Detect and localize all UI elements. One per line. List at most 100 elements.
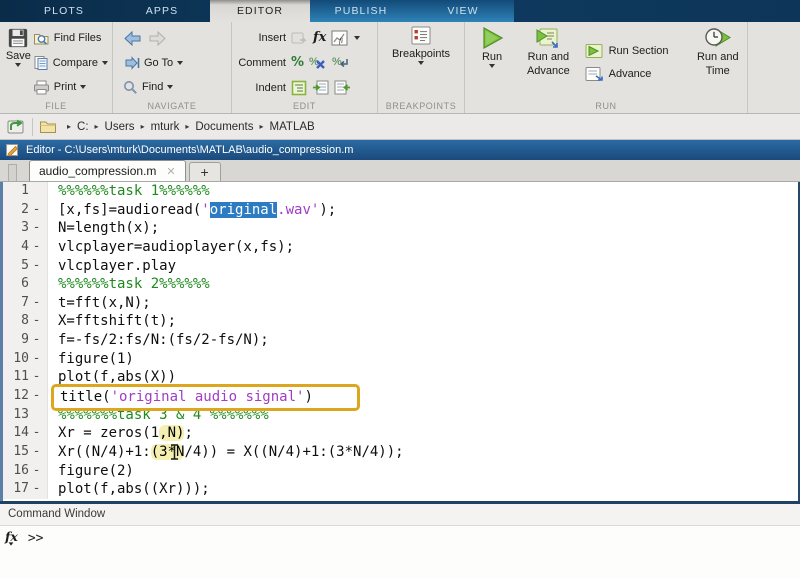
section-label-run: RUN	[465, 100, 747, 113]
code-line-2[interactable]: 2-[x,fs]=audioread('original.wav');	[3, 201, 798, 220]
matlab-toolstrip: PLOTSAPPSEDITORPUBLISHVIEW	[0, 0, 800, 22]
toolstrip-tab-publish[interactable]: PUBLISH	[310, 0, 412, 22]
document-tab[interactable]: audio_compression.m ✕	[29, 160, 186, 181]
fx-caret	[9, 542, 14, 545]
toolstrip-tab-editor[interactable]: EDITOR	[210, 0, 310, 22]
ribbon-section-navigate: Go To Find NAVIGATE	[113, 22, 232, 113]
find-files-label: Find Files	[54, 32, 102, 44]
code-line-3[interactable]: 3-N=length(x);	[3, 219, 798, 238]
ribbon-section-run: Run Run and Advance Run Section Advance	[465, 22, 748, 113]
advance-button[interactable]: Advance	[584, 66, 669, 82]
line-gutter: 3-	[3, 219, 48, 238]
forward-arrow-icon[interactable]	[147, 31, 167, 46]
breakpoints-label: Breakpoints	[392, 48, 450, 60]
find-files-button[interactable]: Find Files	[33, 26, 108, 50]
insert-fi-icon[interactable]: fi	[331, 30, 349, 46]
document-tab-label: audio_compression.m	[39, 164, 156, 178]
save-button[interactable]: Save	[4, 25, 33, 100]
insert-label: Insert	[236, 32, 286, 44]
compare-button[interactable]: Compare	[33, 51, 108, 75]
code-editor[interactable]: 1%%%%%%task 1%%%%%%2-[x,fs]=audioread('o…	[0, 182, 800, 501]
go-to-label: Go To	[144, 57, 173, 69]
code-line-9[interactable]: 9-f=-fs/2:fs/N:(fs/2-fs/N);	[3, 331, 798, 350]
print-icon	[33, 80, 50, 95]
indent-label: Indent	[236, 82, 286, 94]
back-arrow-icon[interactable]	[123, 31, 143, 46]
indent-right-icon[interactable]	[312, 80, 329, 95]
close-tab-icon[interactable]: ✕	[166, 165, 175, 178]
run-and-time-label-2: Time	[706, 65, 730, 78]
line-gutter: 2-	[3, 201, 48, 220]
insert-function-icon[interactable]: fx	[313, 30, 326, 45]
indent-left-icon[interactable]	[334, 80, 351, 95]
code-line-14[interactable]: 14-Xr = zeros(1,N);	[3, 424, 798, 443]
code-line-15[interactable]: 15-Xr((N/4)+1:(3*N/4)) = X((N/4)+1:(3*N/…	[3, 443, 798, 462]
go-to-dropdown-caret[interactable]	[177, 61, 183, 65]
folder-icon[interactable]	[39, 119, 57, 134]
line-gutter: 16-	[3, 462, 48, 481]
code-line-16[interactable]: 16-figure(2)	[3, 462, 798, 481]
code-line-6[interactable]: 6%%%%%%task 2%%%%%%	[3, 275, 798, 294]
go-to-button[interactable]: Go To	[123, 51, 183, 75]
save-dropdown-caret[interactable]	[15, 63, 21, 67]
find-button[interactable]: Find	[123, 75, 183, 99]
wrap-comments-icon[interactable]: %	[332, 55, 350, 70]
breadcrumb-item-matlab[interactable]: MATLAB	[268, 121, 317, 133]
code-line-10[interactable]: 10-figure(1)	[3, 350, 798, 369]
run-section-label: Run Section	[609, 45, 669, 57]
line-gutter: 11-	[3, 368, 48, 387]
run-and-advance-button[interactable]: Run and Advance	[521, 24, 575, 100]
command-prompt: >>	[28, 531, 44, 546]
new-tab-button[interactable]: +	[189, 162, 221, 181]
run-and-time-button[interactable]: Run and Time	[691, 24, 745, 100]
run-dropdown-caret[interactable]	[489, 64, 495, 68]
breadcrumb-arrow-icon: ▸	[141, 122, 145, 131]
code-line-17[interactable]: 17-plot(f,abs((Xr)));	[3, 480, 798, 499]
insert-dropdown-caret[interactable]	[354, 36, 360, 40]
toolstrip-tab-plots[interactable]: PLOTS	[14, 0, 114, 22]
comment-icon[interactable]: %	[291, 55, 304, 70]
command-window: Command Window fx >>	[0, 504, 800, 579]
code-line-1[interactable]: 1%%%%%%task 1%%%%%%	[3, 182, 798, 201]
svg-text:%: %	[332, 56, 342, 68]
section-label-navigate: NAVIGATE	[113, 100, 231, 113]
ribbon-section-breakpoints: Breakpoints BREAKPOINTS	[378, 22, 465, 113]
breakpoints-dropdown-caret[interactable]	[418, 61, 424, 65]
address-bar: ▸C:▸Users▸mturk▸Documents▸MATLAB	[0, 114, 800, 140]
line-gutter: 4-	[3, 238, 48, 257]
breadcrumb-item-c[interactable]: C:	[75, 121, 91, 133]
breadcrumb-item-users[interactable]: Users	[103, 121, 137, 133]
breadcrumb-item-documents[interactable]: Documents	[193, 121, 255, 133]
compare-dropdown-caret[interactable]	[102, 61, 108, 65]
run-button[interactable]: Run	[471, 24, 513, 100]
find-dropdown-caret[interactable]	[167, 85, 173, 89]
line-gutter: 15-	[3, 443, 48, 462]
uncomment-icon[interactable]: %	[309, 55, 327, 70]
comment-label: Comment	[236, 57, 286, 69]
insert-section-icon[interactable]	[291, 31, 308, 45]
code-line-4[interactable]: 4-vlcplayer=audioplayer(x,fs);	[3, 238, 798, 257]
code-line-7[interactable]: 7-t=fft(x,N);	[3, 294, 798, 313]
toolstrip-tab-view[interactable]: VIEW	[412, 0, 514, 22]
line-gutter: 9-	[3, 331, 48, 350]
browse-folder-icon[interactable]	[6, 118, 26, 135]
ribbon-filler	[748, 22, 800, 113]
fx-button[interactable]: fx	[5, 531, 18, 546]
editor-side-strip[interactable]	[8, 164, 17, 181]
run-section-button[interactable]: Run Section	[584, 43, 669, 59]
print-button[interactable]: Print	[33, 75, 108, 99]
code-line-12[interactable]: 12-title('original audio signal')	[3, 387, 798, 406]
annotation-highlight-box: title('original audio signal')	[51, 384, 360, 411]
toolstrip-tab-apps[interactable]: APPS	[114, 0, 210, 22]
breadcrumb-arrow-icon: ▸	[260, 122, 264, 131]
print-dropdown-caret[interactable]	[80, 85, 86, 89]
code-line-5[interactable]: 5-vlcplayer.play	[3, 257, 798, 276]
smart-indent-icon[interactable]	[291, 80, 307, 96]
breakpoints-icon[interactable]	[409, 25, 433, 47]
line-gutter: 8-	[3, 312, 48, 331]
ribbon-section-edit: Insert fx fi Comment % % % Indent	[232, 22, 378, 113]
breadcrumb-item-mturk[interactable]: mturk	[149, 121, 182, 133]
command-window-title[interactable]: Command Window	[0, 504, 800, 526]
command-window-body[interactable]: fx >>	[0, 526, 800, 579]
code-line-8[interactable]: 8-X=fftshift(t);	[3, 312, 798, 331]
